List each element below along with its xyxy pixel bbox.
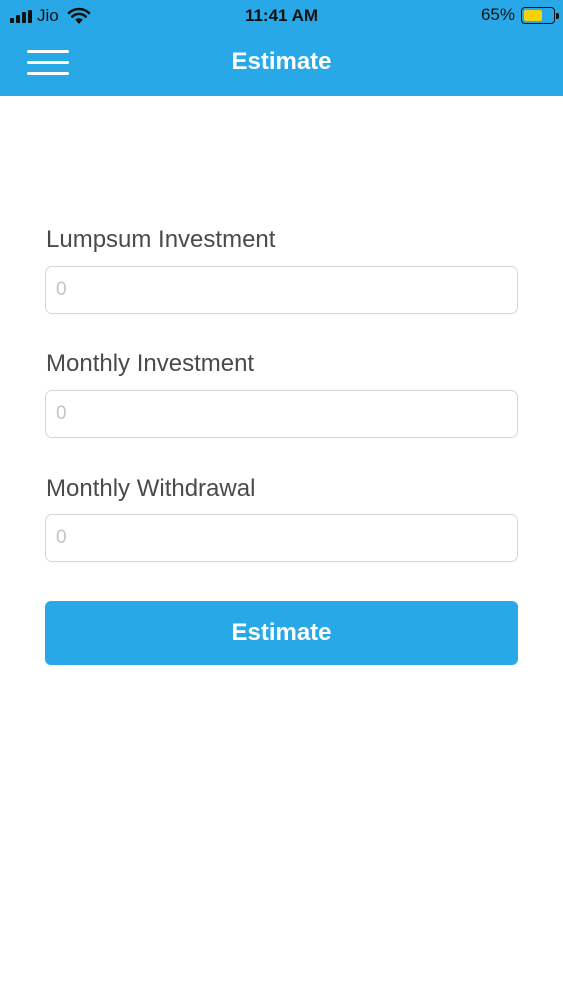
lumpsum-investment-input[interactable] [45, 266, 518, 314]
monthly-investment-label: Monthly Investment [46, 350, 255, 377]
status-bar: Jio 11:41 AM 65% [0, 0, 563, 32]
page-title: Estimate [231, 48, 332, 75]
battery-fill [524, 9, 543, 21]
battery-icon [521, 6, 559, 24]
battery-nub [556, 12, 559, 19]
estimate-button[interactable]: Estimate [45, 601, 518, 665]
status-bar-right: 65% [480, 5, 559, 25]
lumpsum-investment-label: Lumpsum Investment [46, 226, 276, 253]
monthly-withdrawal-input[interactable] [45, 514, 518, 562]
monthly-withdrawal-label: Monthly Withdrawal [46, 475, 256, 502]
monthly-investment-input[interactable] [45, 390, 518, 438]
status-time: 11:41 AM [244, 6, 319, 25]
battery-percent: 65% [480, 5, 515, 24]
